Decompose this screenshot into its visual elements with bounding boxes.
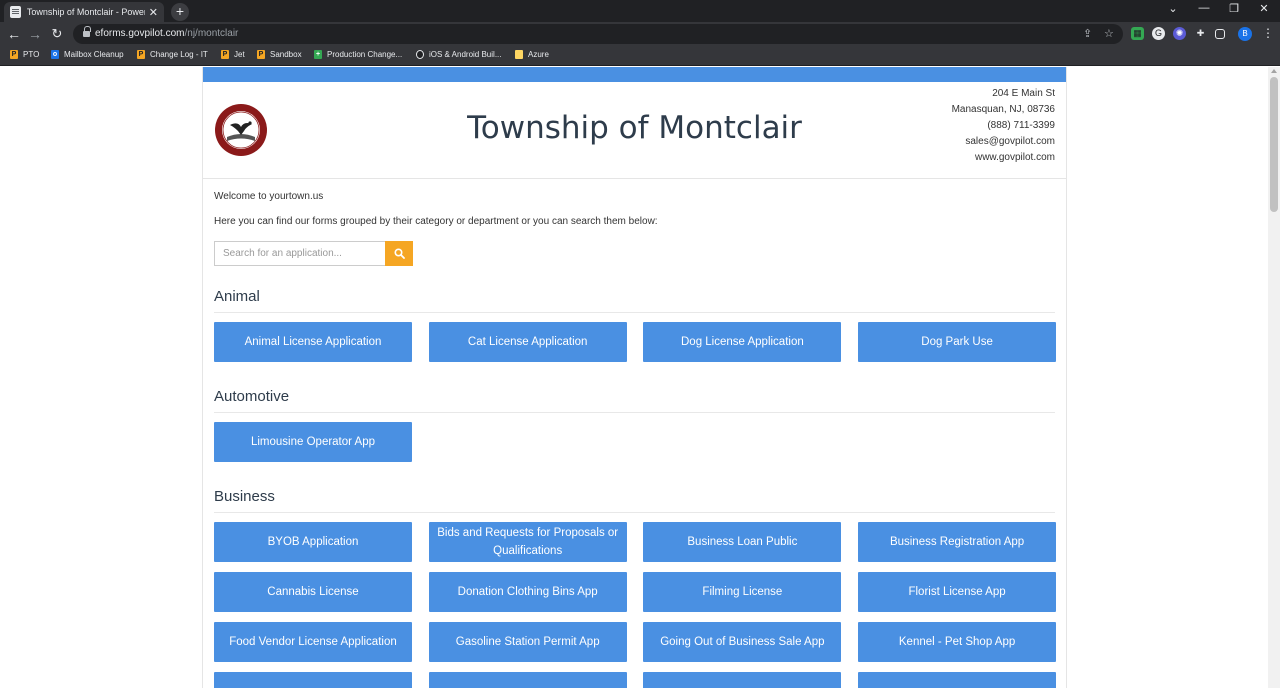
- section-title: Automotive: [214, 388, 1055, 413]
- bookmark-star-icon[interactable]: ☆: [1104, 27, 1114, 40]
- app-button-kennel-pet-shop[interactable]: Kennel - Pet Shop App: [858, 622, 1057, 662]
- bookmark-icon: P: [221, 50, 229, 59]
- bookmark-mailbox-cleanup[interactable]: o Mailbox Cleanup: [51, 50, 124, 59]
- tab-search-icon[interactable]: ⌄: [1160, 2, 1186, 15]
- app-button-cat-license[interactable]: Cat License Application: [428, 322, 627, 362]
- contact-email[interactable]: sales@govpilot.com: [952, 134, 1055, 150]
- contact-info: 204 E Main St Manasquan, NJ, 08736 (888)…: [952, 86, 1055, 166]
- url-text[interactable]: eforms.govpilot.com/nj/montclair: [95, 28, 238, 39]
- top-accent-bar: [203, 67, 1066, 82]
- app-button-bids-rfp[interactable]: Bids and Requests for Proposals or Quali…: [428, 522, 627, 562]
- app-button-business-loan[interactable]: Business Loan Public: [643, 522, 842, 562]
- search-bar: [214, 241, 1055, 266]
- extensions-puzzle-icon[interactable]: ✚: [1194, 27, 1207, 40]
- page-content: Welcome to yourtown.us Here you can find…: [203, 191, 1066, 688]
- profile-avatar[interactable]: B: [1238, 27, 1252, 41]
- page-scrollbar[interactable]: [1268, 67, 1280, 688]
- app-button-cannabis-license[interactable]: Cannabis License: [214, 572, 412, 612]
- search-input[interactable]: [214, 241, 385, 266]
- section-title: Animal: [214, 288, 1055, 313]
- side-panel-icon[interactable]: [1215, 29, 1225, 39]
- page-title: Township of Montclair: [467, 110, 802, 146]
- bookmark-jet[interactable]: P Jet: [221, 50, 245, 59]
- scrollbar-thumb[interactable]: [1270, 77, 1278, 212]
- app-button-going-out-of-business[interactable]: Going Out of Business Sale App: [643, 622, 842, 662]
- bookmark-pto[interactable]: P PTO: [10, 50, 39, 59]
- browser-toolbar: ← → ↻ eforms.govpilot.com/nj/montclair ⇪…: [0, 22, 1280, 46]
- app-button-animal-license[interactable]: Animal License Application: [214, 322, 412, 362]
- button-grid: Limousine Operator App: [214, 422, 1055, 462]
- reload-icon[interactable]: ↻: [49, 25, 65, 43]
- contact-website[interactable]: www.govpilot.com: [952, 150, 1055, 166]
- app-button-gasoline-station[interactable]: Gasoline Station Permit App: [428, 622, 627, 662]
- bookmark-icon: P: [257, 50, 265, 59]
- extension-g-icon[interactable]: G: [1152, 27, 1165, 40]
- github-icon: [416, 50, 424, 59]
- tab-title: Township of Montclair - Powered: [26, 7, 145, 17]
- app-button-donation-clothing-bins[interactable]: Donation Clothing Bins App: [428, 572, 627, 612]
- new-tab-button[interactable]: +: [171, 3, 189, 21]
- page-header: Township of Montclair 204 E Main St Mana…: [203, 82, 1066, 179]
- section-business: Business BYOB Application Bids and Reque…: [214, 488, 1057, 688]
- contact-address-line2: Manasquan, NJ, 08736: [951, 104, 1055, 115]
- page-viewport: Township of Montclair 204 E Main St Mana…: [0, 67, 1268, 688]
- plus-icon: +: [314, 50, 322, 59]
- browser-tab[interactable]: Township of Montclair - Powered ✕: [4, 2, 164, 22]
- outlook-icon: o: [51, 50, 59, 59]
- bookmark-change-log[interactable]: P Change Log - IT: [137, 50, 208, 59]
- app-button-dog-park-use[interactable]: Dog Park Use: [858, 322, 1057, 362]
- welcome-text: Welcome to yourtown.us: [214, 191, 324, 202]
- lock-icon: [83, 26, 91, 38]
- search-icon: [393, 248, 405, 259]
- bookmark-icon: P: [10, 50, 18, 59]
- app-button-byob[interactable]: BYOB Application: [214, 522, 412, 562]
- browser-tab-strip: Township of Montclair - Powered ✕ + ⌄ — …: [0, 0, 1280, 22]
- extension-sheets-icon[interactable]: ▦: [1131, 27, 1144, 40]
- scroll-up-arrow-icon[interactable]: [1271, 69, 1277, 73]
- search-button[interactable]: [385, 241, 413, 266]
- button-grid: BYOB Application Bids and Requests for P…: [214, 522, 1057, 688]
- bookmark-azure[interactable]: Azure: [515, 50, 549, 59]
- restore-icon[interactable]: ❐: [1221, 2, 1247, 15]
- app-button-florist-license[interactable]: Florist License App: [858, 572, 1057, 612]
- button-grid: Animal License Application Cat License A…: [214, 322, 1057, 362]
- close-window-icon[interactable]: ✕: [1251, 2, 1277, 15]
- section-animal: Animal Animal License Application Cat Li…: [214, 288, 1057, 362]
- app-button-more[interactable]: [858, 672, 1057, 688]
- page-container: Township of Montclair 204 E Main St Mana…: [202, 67, 1067, 688]
- app-button-dog-license[interactable]: Dog License Application: [643, 322, 842, 362]
- address-bar[interactable]: eforms.govpilot.com/nj/montclair ⇪ ☆: [73, 24, 1123, 44]
- bookmark-icon: P: [137, 50, 145, 59]
- page-favicon-icon: [10, 6, 21, 18]
- app-button-more[interactable]: [643, 672, 842, 688]
- folder-icon: [515, 50, 523, 59]
- app-button-limousine-operator[interactable]: Limousine Operator App: [214, 422, 412, 462]
- contact-phone: (888) 711-3399: [987, 120, 1055, 131]
- menu-icon[interactable]: ⋮: [1262, 26, 1274, 40]
- contact-address-line1: 204 E Main St: [992, 88, 1055, 99]
- app-button-more[interactable]: [214, 672, 412, 688]
- app-button-business-registration[interactable]: Business Registration App: [858, 522, 1057, 562]
- close-tab-icon[interactable]: ✕: [149, 6, 158, 19]
- bookmarks-bar: P PTO o Mailbox Cleanup P Change Log - I…: [0, 46, 1280, 66]
- extension-gear-icon[interactable]: ✺: [1173, 27, 1186, 40]
- back-icon[interactable]: ←: [6, 25, 22, 43]
- section-automotive: Automotive Limousine Operator App: [214, 388, 1055, 462]
- forward-icon[interactable]: →: [27, 25, 43, 43]
- app-button-more[interactable]: [428, 672, 627, 688]
- minimize-icon[interactable]: —: [1191, 2, 1217, 14]
- share-icon[interactable]: ⇪: [1083, 27, 1092, 40]
- bookmark-sandbox[interactable]: P Sandbox: [257, 50, 302, 59]
- bookmark-ios-android[interactable]: iOS & Android Buil...: [416, 50, 501, 59]
- section-title: Business: [214, 488, 1055, 513]
- bookmark-production-change[interactable]: + Production Change...: [314, 50, 402, 59]
- app-button-filming-license[interactable]: Filming License: [643, 572, 842, 612]
- app-button-food-vendor[interactable]: Food Vendor License Application: [214, 622, 412, 662]
- intro-text: Here you can find our forms grouped by t…: [214, 216, 658, 227]
